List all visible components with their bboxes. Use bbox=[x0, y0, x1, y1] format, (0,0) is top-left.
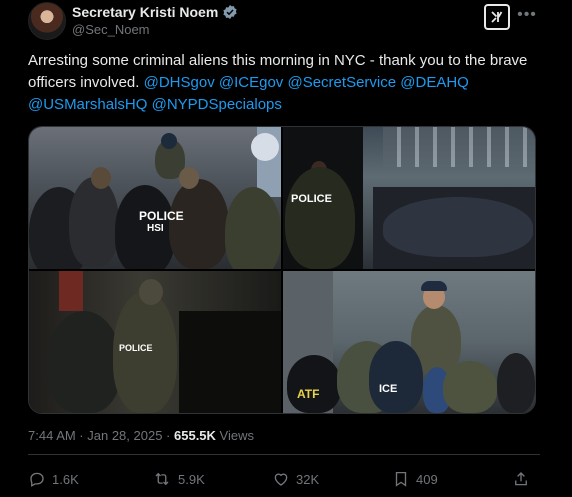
vest-label: POLICE bbox=[291, 193, 332, 205]
media-grid: POLICE HSI POLICE POLICE ATF ICE bbox=[28, 126, 536, 414]
mention-link[interactable]: @DHSgov bbox=[144, 74, 215, 91]
like-count: 32K bbox=[296, 471, 320, 487]
action-bar: 1.6K 5.9K 32K 409 bbox=[28, 470, 540, 490]
share-button[interactable] bbox=[512, 470, 530, 488]
author-handle[interactable]: @Sec_Noem bbox=[72, 22, 150, 37]
mention-link[interactable]: @DEAHQ bbox=[400, 74, 469, 91]
mention-link[interactable]: @NYPDSpecialops bbox=[152, 96, 282, 113]
reply-button[interactable]: 1.6K bbox=[28, 470, 79, 488]
media-photo[interactable]: POLICE HSI bbox=[29, 127, 281, 269]
repost-icon bbox=[152, 470, 172, 488]
media-photo[interactable]: POLICE bbox=[29, 271, 281, 413]
mention-link[interactable]: @USMarshalsHQ bbox=[28, 96, 147, 113]
more-icon[interactable]: ••• bbox=[516, 4, 538, 26]
repost-count: 5.9K bbox=[178, 471, 205, 487]
media-photo[interactable]: ATF ICE bbox=[283, 271, 535, 413]
mention-link[interactable]: @SecretService bbox=[287, 74, 396, 91]
bookmark-button[interactable]: 409 bbox=[392, 470, 438, 488]
vest-label: HSI bbox=[147, 223, 164, 234]
grok-icon[interactable] bbox=[484, 4, 510, 30]
vest-label: ATF bbox=[297, 387, 320, 401]
tweet-card: Secretary Kristi Noem @Sec_Noem ••• Arre… bbox=[0, 0, 572, 497]
author-row: Secretary Kristi Noem bbox=[72, 2, 238, 22]
vest-label: ICE bbox=[379, 383, 398, 395]
mention-link[interactable]: @ICEgov bbox=[219, 74, 283, 91]
repost-button[interactable]: 5.9K bbox=[152, 470, 205, 488]
share-icon bbox=[512, 470, 530, 488]
reply-count: 1.6K bbox=[52, 471, 79, 487]
divider bbox=[28, 454, 540, 455]
author-name[interactable]: Secretary Kristi Noem bbox=[72, 4, 218, 20]
views-count: 655.5K bbox=[174, 428, 216, 443]
views-label: Views bbox=[219, 428, 254, 443]
vest-label: POLICE bbox=[119, 343, 153, 353]
bookmark-icon bbox=[392, 470, 410, 488]
timestamp[interactable]: 7:44 AM · Jan 28, 2025 · bbox=[28, 428, 170, 443]
tweet-text: Arresting some criminal aliens this morn… bbox=[28, 50, 548, 116]
avatar[interactable] bbox=[28, 2, 66, 40]
media-photo[interactable]: POLICE bbox=[283, 127, 535, 269]
like-button[interactable]: 32K bbox=[272, 470, 319, 488]
bookmark-count: 409 bbox=[416, 471, 438, 487]
verified-badge-icon[interactable] bbox=[222, 4, 238, 20]
like-icon bbox=[272, 470, 290, 488]
vest-label: POLICE bbox=[139, 209, 184, 223]
tweet-meta: 7:44 AM · Jan 28, 2025 · 655.5K Views bbox=[28, 428, 254, 443]
reply-icon bbox=[28, 470, 46, 488]
